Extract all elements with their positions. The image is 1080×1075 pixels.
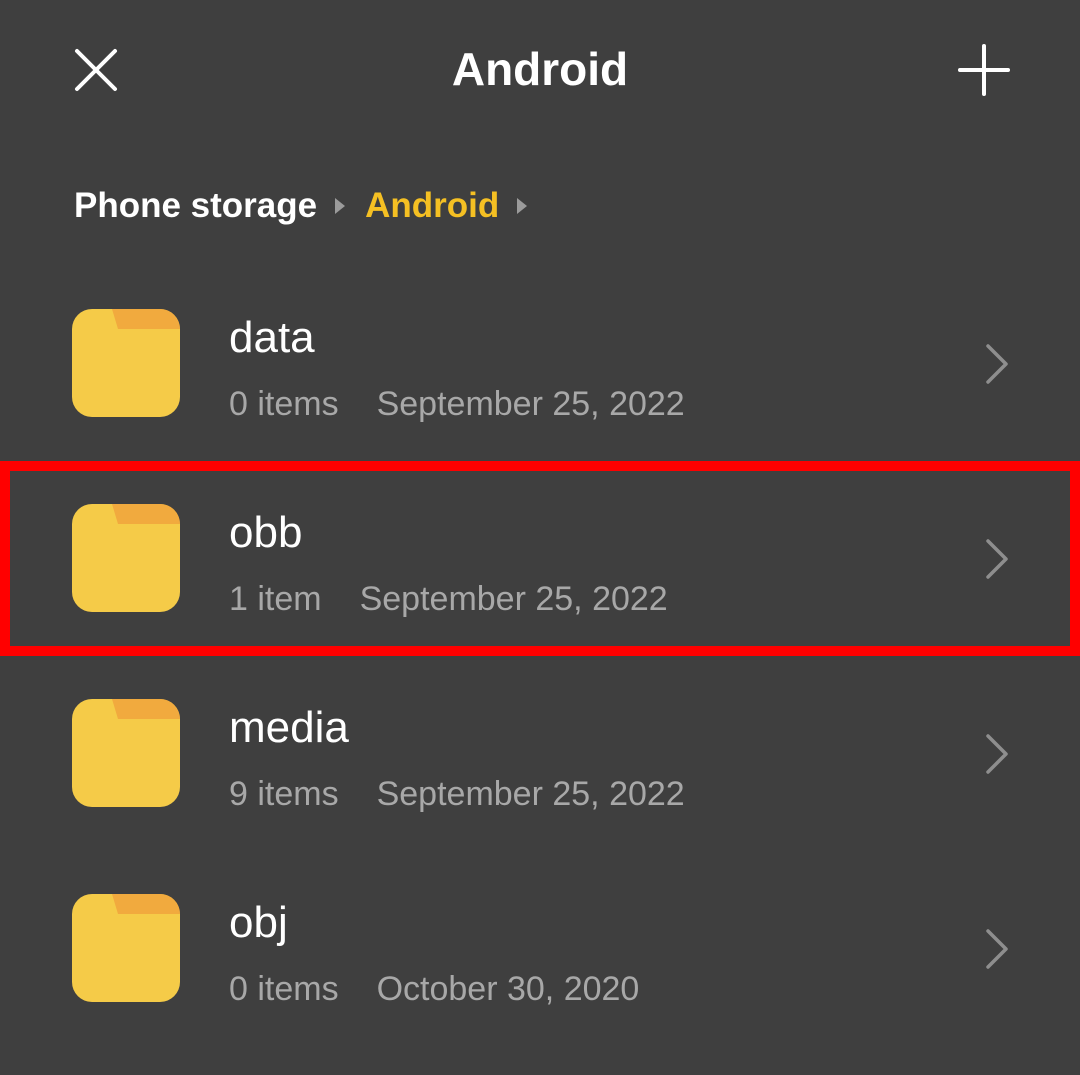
breadcrumb: Phone storage Android <box>74 180 547 232</box>
folder-meta: 1 item September 25, 2022 <box>229 577 668 621</box>
chevron-right-icon <box>986 734 1008 774</box>
folder-meta: 0 items October 30, 2020 <box>229 967 639 1011</box>
breadcrumb-separator-icon <box>335 198 346 214</box>
folder-row-obb[interactable]: obb 1 item September 25, 2022 <box>0 461 1080 656</box>
folder-list: data 0 items September 25, 2022 obb 1 item Se… <box>0 266 1080 1046</box>
chevron-right-icon <box>986 539 1008 579</box>
folder-date: September 25, 2022 <box>376 775 685 813</box>
plus-icon <box>958 44 1010 96</box>
folder-icon <box>72 699 180 807</box>
folder-item-count: 0 items <box>229 970 339 1008</box>
chevron-right-icon <box>986 929 1008 969</box>
folder-date: September 25, 2022 <box>359 580 668 618</box>
page-title: Android <box>451 43 629 95</box>
app-header: Android <box>0 0 1080 140</box>
folder-item-count: 0 items <box>229 385 339 423</box>
folder-icon <box>72 504 180 612</box>
folder-item-count: 9 items <box>229 775 339 813</box>
folder-row-media[interactable]: media 9 items September 25, 2022 <box>0 656 1080 851</box>
folder-name: media <box>229 703 349 752</box>
folder-date: October 30, 2020 <box>376 970 640 1008</box>
add-folder-button[interactable] <box>944 30 1024 110</box>
breadcrumb-separator-icon <box>517 198 528 214</box>
folder-item-count: 1 item <box>229 580 322 618</box>
folder-meta: 9 items September 25, 2022 <box>229 772 685 816</box>
folder-name: obj <box>229 898 288 947</box>
folder-name: obb <box>229 508 303 557</box>
folder-date: September 25, 2022 <box>376 385 685 423</box>
folder-meta: 0 items September 25, 2022 <box>229 382 685 426</box>
folder-icon <box>72 894 180 1002</box>
breadcrumb-item-phone-storage[interactable]: Phone storage <box>74 186 317 226</box>
folder-row-data[interactable]: data 0 items September 25, 2022 <box>0 266 1080 461</box>
folder-icon <box>72 309 180 417</box>
chevron-right-icon <box>986 344 1008 384</box>
folder-row-obj[interactable]: obj 0 items October 30, 2020 <box>0 851 1080 1046</box>
breadcrumb-item-android[interactable]: Android <box>365 186 499 226</box>
folder-name: data <box>229 313 315 362</box>
